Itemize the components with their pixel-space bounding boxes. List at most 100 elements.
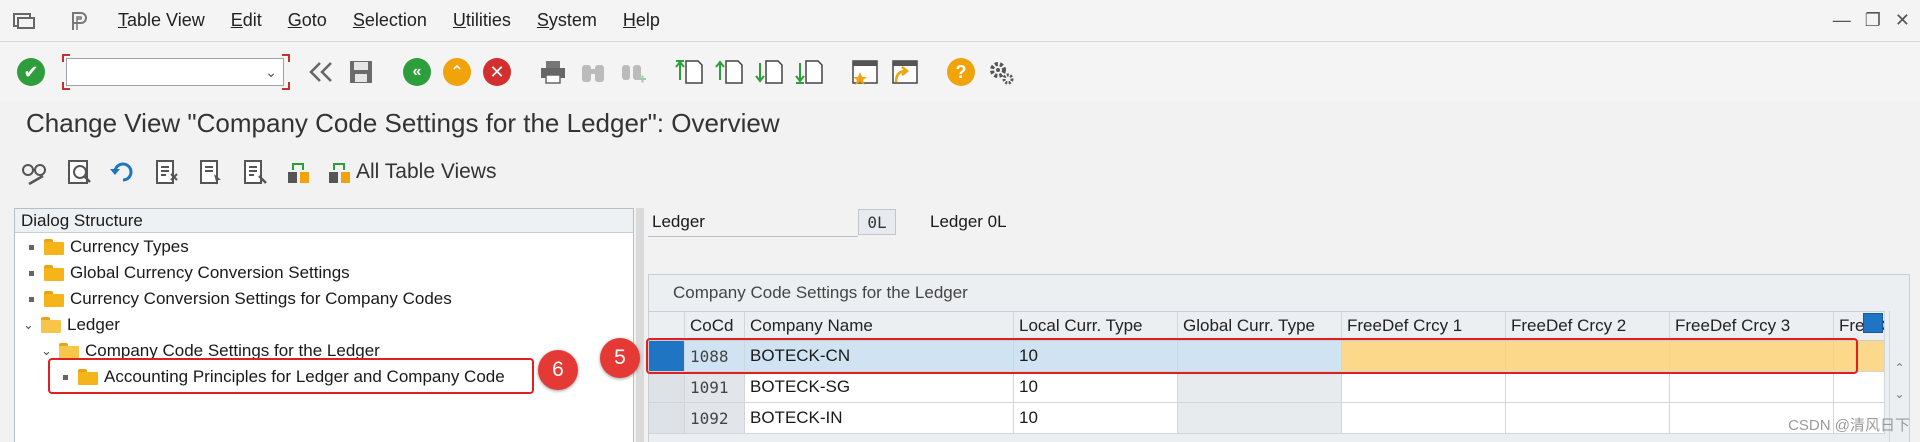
- minimize-icon[interactable]: —: [1833, 10, 1851, 31]
- new-entries-button[interactable]: [150, 156, 184, 188]
- next-page-button[interactable]: [752, 55, 786, 89]
- cell-company-name: BOTECK-SG: [745, 372, 1014, 402]
- save-button[interactable]: [344, 55, 378, 89]
- find-button[interactable]: [576, 55, 610, 89]
- scroll-down-icon[interactable]: ⌄: [1894, 387, 1904, 401]
- display-change-button[interactable]: [18, 156, 52, 188]
- menu-table-view[interactable]: Table View: [118, 10, 221, 31]
- column-header-local-curr-type[interactable]: Local Curr. Type: [1014, 312, 1178, 340]
- maximize-icon[interactable]: ❐: [1865, 10, 1881, 31]
- print-button[interactable]: [536, 55, 570, 89]
- generate-shortcut-icon: [892, 60, 918, 84]
- undo-button[interactable]: [106, 156, 140, 188]
- bullet-icon: [29, 296, 34, 302]
- tree-item-global-currency-conversion[interactable]: Global Currency Conversion Settings: [29, 261, 350, 285]
- cell-cocd: 1092: [685, 403, 745, 433]
- cell-global-curr-type[interactable]: [1178, 403, 1342, 433]
- tree-item-ledger[interactable]: ⌄ Ledger: [23, 313, 120, 337]
- first-page-button[interactable]: [672, 55, 706, 89]
- menu-selection[interactable]: Selection: [353, 10, 443, 31]
- tree-item-label: Currency Conversion Settings for Company…: [70, 289, 452, 308]
- tree-item-currency-types[interactable]: Currency Types: [29, 235, 189, 259]
- layout-menu-button[interactable]: [984, 55, 1018, 89]
- cell-local-curr-type[interactable]: 10: [1014, 403, 1178, 433]
- menu-goto[interactable]: Goto: [288, 10, 343, 31]
- cell-freedef-crcy-1[interactable]: [1342, 372, 1506, 402]
- menu-edit[interactable]: Edit: [231, 10, 278, 31]
- help-button[interactable]: ?: [944, 55, 978, 89]
- personalize-icon[interactable]: [66, 10, 92, 32]
- collapse-toolbar-icon: [309, 62, 332, 82]
- tree-item-label: Global Currency Conversion Settings: [70, 263, 350, 282]
- close-window-icon[interactable]: ✕: [1895, 10, 1910, 31]
- panel-splitter[interactable]: [636, 208, 644, 442]
- column-header-global-curr-type[interactable]: Global Curr. Type: [1178, 312, 1342, 340]
- scroll-up-icon[interactable]: ⌃: [1894, 361, 1904, 375]
- cell-freedef-crcy-1[interactable]: [1342, 403, 1506, 433]
- cell-company-name: BOTECK-IN: [745, 403, 1014, 433]
- column-header-freedef-crcy-1[interactable]: FreeDef Crcy 1: [1342, 312, 1506, 340]
- all-table-views-button[interactable]: All Table Views: [326, 156, 496, 188]
- table-header-row: CoCd Company Name Local Curr. Type Globa…: [649, 311, 1885, 341]
- select-all-button[interactable]: [282, 156, 316, 188]
- check-table-icon: [68, 160, 91, 184]
- menu-system[interactable]: System: [537, 10, 613, 31]
- print-icon: [541, 61, 565, 84]
- copy-as-button[interactable]: [194, 156, 228, 188]
- glasses-pencil-icon: [22, 164, 46, 186]
- select-all-column-header[interactable]: [649, 312, 685, 340]
- last-page-button[interactable]: [792, 55, 826, 89]
- row-selector[interactable]: [649, 372, 685, 402]
- chevron-down-icon[interactable]: ⌄: [265, 64, 277, 81]
- column-header-freedef-crcy-2[interactable]: FreeDef Crcy 2: [1506, 312, 1670, 340]
- transport-icon: [288, 163, 309, 183]
- find-next-button[interactable]: [616, 55, 650, 89]
- ledger-label: Ledger: [652, 212, 705, 231]
- cancel-button[interactable]: ✕: [480, 55, 514, 89]
- next-page-icon: [755, 60, 783, 84]
- column-header-cocd[interactable]: CoCd: [685, 312, 745, 340]
- bullet-icon: [29, 244, 34, 250]
- expand-chevron-icon[interactable]: ⌄: [23, 317, 35, 333]
- tree-item-currency-conversion-company-codes[interactable]: Currency Conversion Settings for Company…: [29, 287, 452, 311]
- callout-step-5: 5: [600, 338, 640, 378]
- cell-freedef-crcy-2[interactable]: [1506, 403, 1670, 433]
- table-row[interactable]: 1092 BOTECK-IN 10: [649, 403, 1885, 434]
- table-row[interactable]: 1091 BOTECK-SG 10: [649, 372, 1885, 403]
- command-field[interactable]: ⌄: [66, 58, 284, 86]
- cell-global-curr-type[interactable]: [1178, 372, 1342, 402]
- cell-local-curr-type[interactable]: 10: [1014, 372, 1178, 402]
- cell-freedef-crcy-4[interactable]: [1834, 372, 1885, 402]
- delete-document-icon: [244, 160, 267, 184]
- column-header-company-name[interactable]: Company Name: [745, 312, 1014, 340]
- enter-button[interactable]: ✔: [14, 55, 48, 89]
- expand-chevron-icon[interactable]: ⌄: [41, 343, 53, 359]
- previous-page-icon: [715, 60, 743, 84]
- ledger-description: Ledger 0L: [930, 212, 1007, 231]
- delete-button[interactable]: [238, 156, 272, 188]
- annotation-highlight-tree: [48, 358, 534, 394]
- menu-utilities[interactable]: Utilities: [453, 10, 527, 31]
- folder-open-icon: [41, 317, 61, 333]
- system-menu-icon[interactable]: [12, 11, 36, 31]
- create-session-button[interactable]: [848, 55, 882, 89]
- dialog-structure-panel: Dialog Structure Currency Types Global C…: [14, 208, 634, 442]
- folder-icon: [44, 291, 64, 307]
- bullet-icon: [29, 270, 34, 276]
- column-settings-icon[interactable]: [1863, 313, 1883, 333]
- cell-freedef-crcy-3[interactable]: [1670, 372, 1834, 402]
- row-selector[interactable]: [649, 403, 685, 433]
- menu-help[interactable]: Help: [623, 10, 676, 31]
- first-page-icon: [675, 60, 703, 84]
- exit-button[interactable]: ⌃: [440, 55, 474, 89]
- previous-page-button[interactable]: [712, 55, 746, 89]
- help-icon: ?: [947, 58, 975, 86]
- collapse-toolbar-button[interactable]: [304, 55, 338, 89]
- back-button[interactable]: «: [400, 55, 434, 89]
- exit-icon: ⌃: [443, 58, 471, 86]
- generate-shortcut-button[interactable]: [888, 55, 922, 89]
- cell-freedef-crcy-2[interactable]: [1506, 372, 1670, 402]
- folder-icon: [44, 239, 64, 255]
- check-button[interactable]: [62, 156, 96, 188]
- column-header-freedef-crcy-3[interactable]: FreeDef Crcy 3: [1670, 312, 1834, 340]
